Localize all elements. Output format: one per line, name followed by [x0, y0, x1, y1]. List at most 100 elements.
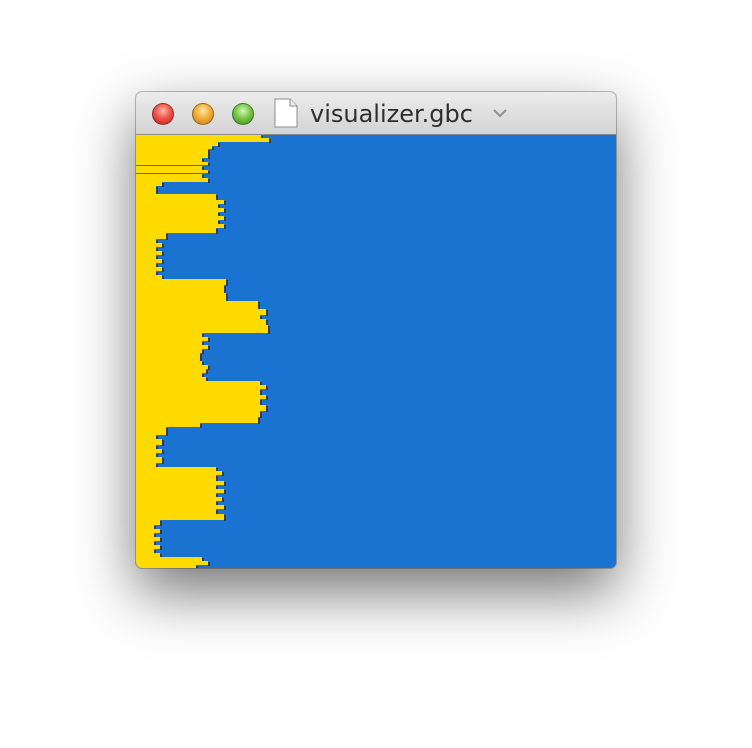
visualizer-bar-shadow — [208, 150, 210, 153]
chevron-down-icon[interactable] — [492, 106, 508, 120]
visualizer-bar-shadow — [162, 268, 164, 272]
visualizer-bar-shadow — [216, 229, 218, 234]
visualizer-bar — [136, 385, 266, 389]
visualizer-bar — [136, 194, 216, 200]
visualizer-bar — [136, 509, 216, 514]
close-traffic-light-icon[interactable] — [152, 103, 174, 125]
visualizer-bar — [136, 497, 222, 501]
visualizer-bar — [136, 561, 208, 565]
visualizer-bar — [136, 224, 224, 228]
zoom-traffic-light-icon[interactable] — [232, 103, 254, 125]
visualizer-bar-shadow — [218, 143, 220, 147]
visualizer-bar-shadow — [258, 418, 260, 424]
title-bar[interactable]: visualizer.gbc — [136, 92, 616, 135]
visualizer-bar — [136, 353, 200, 361]
visualizer-bar-shadow — [208, 153, 210, 159]
visualizer-bar-shadow — [226, 280, 228, 286]
visualizer-bar-shadow — [260, 412, 262, 418]
visualizer-bar — [136, 259, 162, 263]
visualizer-bar — [136, 166, 202, 170]
visualizer-bar-shadow — [200, 424, 202, 428]
visualizer-bar — [136, 279, 226, 285]
visualizer-bar — [136, 152, 208, 158]
visualizer-bar — [136, 453, 156, 457]
visualizer-bar — [136, 345, 208, 349]
visualizer-bar-shadow — [224, 217, 226, 221]
visualizer-bar-shadow — [162, 260, 164, 264]
visualizer-bar — [136, 427, 166, 435]
visualizer-bar-shadow — [266, 406, 268, 412]
visualizer-bar-shadow — [268, 326, 270, 334]
visualizer-bar — [136, 489, 224, 493]
visualizer-bar-shadow — [162, 458, 164, 464]
visualizer-bar-shadow — [162, 450, 164, 454]
visualizer-bar-shadow — [224, 209, 226, 213]
minimize-traffic-light-icon[interactable] — [192, 103, 214, 125]
visualizer-bar — [136, 333, 202, 337]
visualizer-bar-shadow — [208, 562, 210, 566]
visualizer-bar — [136, 405, 266, 411]
visualizer-bar-shadow — [162, 183, 164, 187]
visualizer-bar-shadow — [266, 310, 268, 316]
window-title[interactable]: visualizer.gbc — [310, 99, 473, 129]
visualizer-bar-shadow — [224, 490, 226, 494]
visualizer-bar-shadow — [156, 187, 158, 195]
visualizer-bar — [136, 275, 162, 279]
visualizer-bar — [136, 557, 202, 561]
visualizer-bar-shadow — [269, 139, 271, 143]
visualizer-bar — [136, 309, 266, 315]
visualizer-bar — [136, 417, 258, 423]
visualizer-bar — [136, 149, 208, 152]
visualizer-bar — [136, 505, 224, 509]
visualizer-bar — [136, 463, 156, 467]
visualizer-bar — [136, 170, 208, 173]
visualizer-bar — [136, 325, 268, 333]
visualizer-bar-shadow — [208, 171, 210, 174]
visualizer-bar — [136, 541, 154, 545]
visualizer-bar — [136, 178, 208, 182]
visualizer-bar — [136, 445, 156, 449]
visualizer-bar-shadow — [160, 530, 162, 534]
visualizer-bar — [136, 565, 196, 568]
visualizer-bar — [136, 138, 269, 142]
visualizer-bar — [136, 395, 266, 399]
visualizer-bar — [136, 174, 202, 178]
visualizer-bar — [136, 200, 224, 204]
visualizer-bar — [136, 341, 202, 345]
document-icon[interactable] — [274, 98, 298, 128]
visualizer-bar-shadow — [266, 396, 268, 400]
visualizer-bar — [136, 315, 260, 319]
visualizer-bar — [136, 293, 226, 301]
visualizer-bar-shadow — [208, 346, 210, 350]
visualizer-bar-shadow — [224, 286, 226, 294]
visualizer-bar — [136, 520, 160, 525]
visualizer-bar — [136, 381, 260, 385]
visualizer-bar — [136, 435, 156, 439]
visualizer-bar — [136, 233, 166, 239]
visualizer-bar — [136, 365, 208, 369]
visualizer-bar — [136, 255, 156, 259]
visualizer-bar — [136, 529, 160, 533]
visualizer-bar — [136, 545, 160, 549]
visualizer-bar — [136, 501, 216, 505]
visualizer-bar — [136, 142, 218, 146]
visualizer-bar — [136, 361, 202, 365]
visualizer-bar — [136, 537, 160, 541]
visualizer-bar — [136, 208, 224, 212]
visualizer-bar — [136, 263, 156, 267]
visualizer-bar — [136, 243, 162, 247]
visualizer-bar — [136, 162, 208, 165]
visualizer-bar — [136, 553, 160, 557]
visualizer-bar — [136, 485, 216, 489]
visualizer-bar — [136, 319, 266, 325]
visualizer-bar-shadow — [162, 244, 164, 248]
visualizer-bar — [136, 239, 156, 243]
visualizer-bar — [136, 158, 202, 162]
visualizer-bar-shadow — [224, 201, 226, 205]
visualizer-bar — [136, 377, 206, 381]
visualizer-bar-shadow — [222, 498, 224, 502]
visualizer-bar-shadow — [266, 386, 268, 390]
visualizer-bar-shadow — [202, 350, 204, 354]
visualizer-bar — [136, 135, 261, 138]
visualizer-canvas — [136, 135, 616, 568]
